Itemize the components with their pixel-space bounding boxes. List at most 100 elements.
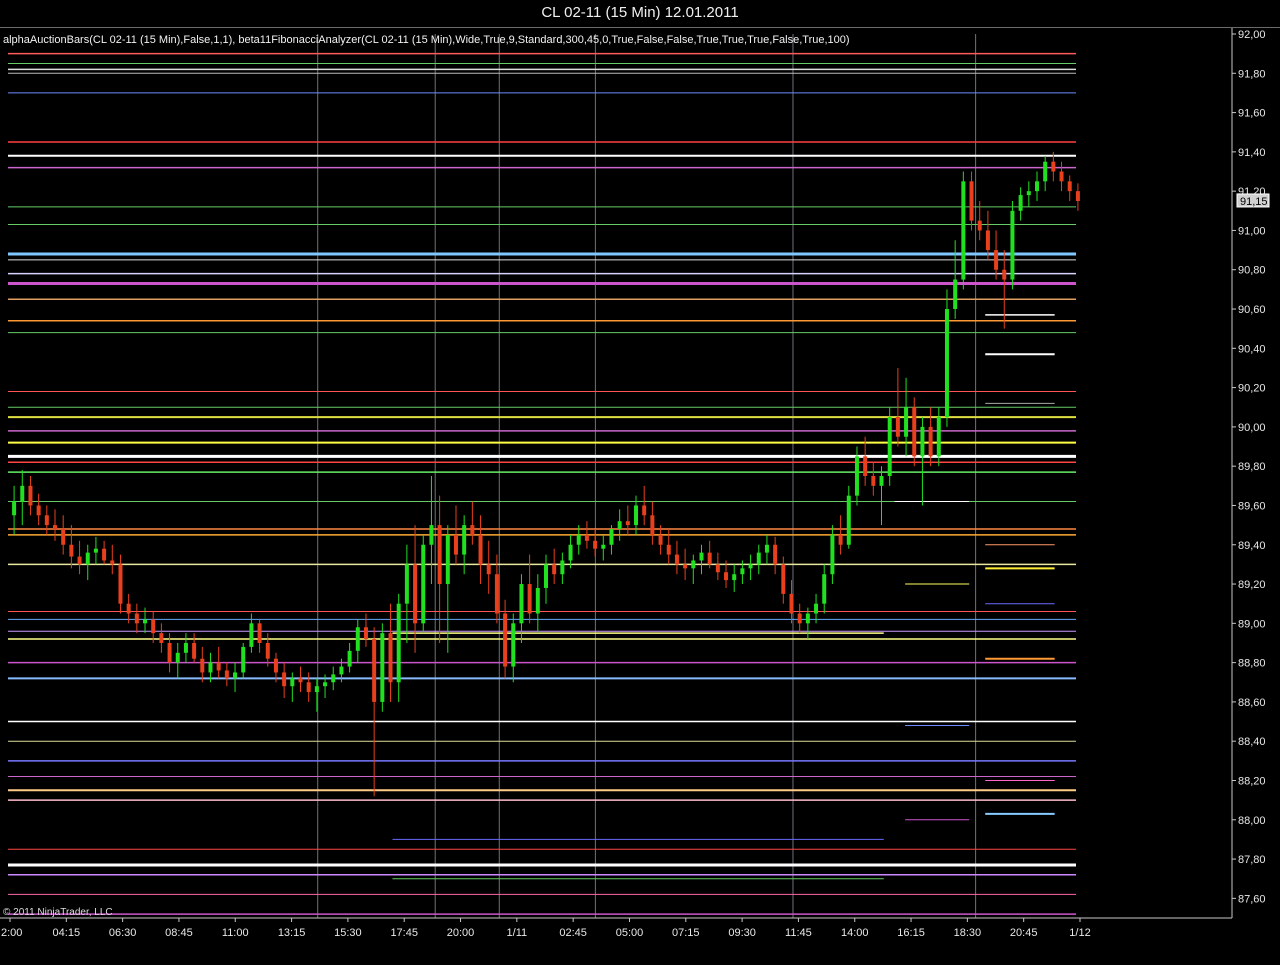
candle-body xyxy=(863,456,868,476)
candle-body xyxy=(20,485,25,502)
y-tick-label: 88,60 xyxy=(1238,697,1266,709)
candle-body xyxy=(830,534,835,575)
candle-body xyxy=(797,613,802,624)
candle-body xyxy=(306,682,311,693)
candle-body xyxy=(1002,269,1007,280)
candle-body xyxy=(102,548,107,561)
candle-body xyxy=(421,544,426,624)
candle-body xyxy=(740,568,745,575)
candle-body xyxy=(699,552,704,561)
candle-body xyxy=(715,564,720,573)
x-tick-label: 20:00 xyxy=(447,927,475,939)
y-tick-label: 87,60 xyxy=(1238,893,1266,905)
candle-body xyxy=(1018,195,1023,211)
x-tick-label: 04:15 xyxy=(53,927,81,939)
candle-body xyxy=(265,642,270,659)
copyright-label: © 2011 NinjaTrader, LLC xyxy=(3,907,113,918)
x-tick-label: 15:30 xyxy=(334,927,362,939)
candle-body xyxy=(208,662,213,673)
candle-body xyxy=(846,495,851,545)
candle-body xyxy=(658,534,663,545)
candle-body xyxy=(634,505,639,526)
candle-body xyxy=(969,181,974,221)
candle-body xyxy=(552,564,557,575)
candle-body xyxy=(233,672,238,679)
candle-body xyxy=(126,603,131,614)
candle-body xyxy=(200,658,205,673)
candle-body xyxy=(936,417,941,457)
candle-body xyxy=(601,544,606,549)
candle-body xyxy=(527,584,532,614)
candle-body xyxy=(1067,181,1072,192)
candle-body xyxy=(77,556,82,565)
candle-body xyxy=(560,560,565,575)
candle-body xyxy=(470,525,475,535)
candle-body xyxy=(110,560,115,565)
candle-body xyxy=(674,554,679,565)
candle-body xyxy=(159,633,164,643)
candle-body xyxy=(904,407,909,437)
candle-body xyxy=(879,476,884,486)
candle-body xyxy=(568,544,573,561)
candle-body xyxy=(994,250,999,270)
candle xyxy=(944,289,949,427)
candle-body xyxy=(511,623,516,667)
x-tick-label: 1/11 xyxy=(507,927,528,939)
y-tick-label: 89,00 xyxy=(1238,618,1266,630)
last-price-marker: 91,15 xyxy=(1236,193,1270,208)
candle-body xyxy=(887,417,892,476)
candle-body xyxy=(895,417,900,437)
candle-body xyxy=(625,521,630,526)
candle-body xyxy=(380,633,385,702)
candle-body xyxy=(453,534,458,555)
x-tick-label: 07:15 xyxy=(672,927,700,939)
candle-body xyxy=(175,652,180,663)
y-tick-label: 88,80 xyxy=(1238,658,1266,670)
y-tick-label: 91,00 xyxy=(1238,225,1266,237)
candle-body xyxy=(183,642,188,653)
y-tick-label: 89,40 xyxy=(1238,540,1266,552)
candle-body xyxy=(773,544,778,565)
candle-body xyxy=(1034,181,1039,192)
candle-body xyxy=(69,544,74,557)
candlestick-chart[interactable]: 92,0091,8091,6091,4091,2091,0090,8090,60… xyxy=(0,0,1280,965)
x-tick-label: 02:45 xyxy=(559,927,587,939)
y-tick-label: 90,20 xyxy=(1238,383,1266,395)
candle-body xyxy=(764,544,769,553)
candle-body xyxy=(503,613,508,667)
x-tick-label: 17:45 xyxy=(390,927,418,939)
y-tick-label: 89,60 xyxy=(1238,500,1266,512)
plot-area[interactable] xyxy=(0,28,1232,918)
x-tick-label: 18:30 xyxy=(954,927,982,939)
candle-body xyxy=(241,646,246,673)
candle-body xyxy=(748,564,753,569)
candle xyxy=(912,397,917,467)
candle-body xyxy=(462,525,467,555)
candle-body xyxy=(838,534,843,545)
candle-body xyxy=(912,407,917,457)
candle-body xyxy=(805,613,810,624)
candle-body xyxy=(404,564,409,604)
candle-body xyxy=(429,525,434,545)
candle-body xyxy=(544,564,548,588)
candle-body xyxy=(650,515,655,535)
y-tick-label: 90,00 xyxy=(1238,422,1266,434)
candle xyxy=(1010,200,1015,290)
candle-body xyxy=(642,505,647,516)
indicator-label: alphaAuctionBars(CL 02-11 (15 Min),False… xyxy=(3,34,850,46)
candle-body xyxy=(1026,191,1031,196)
y-tick-label: 87,80 xyxy=(1238,854,1266,866)
x-tick-label: 05:00 xyxy=(616,927,644,939)
last-price-value: 91,15 xyxy=(1240,196,1268,208)
candle-body xyxy=(445,534,450,585)
candle-body xyxy=(1059,171,1064,182)
candle-body xyxy=(28,485,33,506)
y-tick-label: 91,40 xyxy=(1238,147,1266,159)
candle-body xyxy=(535,587,540,614)
candle-body xyxy=(814,603,819,614)
candle-body xyxy=(298,678,303,683)
candle-body xyxy=(617,521,622,530)
y-tick-label: 91,80 xyxy=(1238,68,1266,80)
y-tick-label: 88,20 xyxy=(1238,775,1266,787)
candle-body xyxy=(257,623,262,643)
